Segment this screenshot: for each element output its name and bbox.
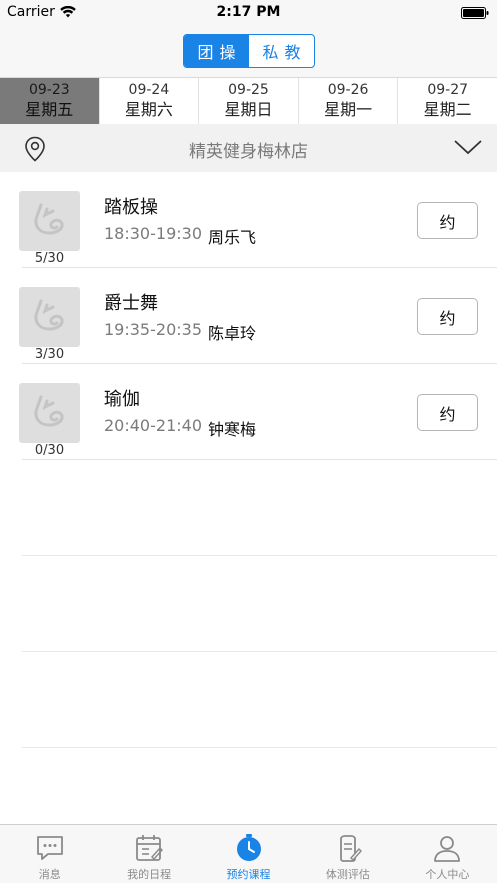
course-list: 5/30 踏板操 18:30-19:30 周乐飞 约 3/30 爵士舞 19:3… [0,172,497,748]
placeholder-logo-icon [34,299,64,331]
date-label: 09-24 [128,82,170,98]
course-row[interactable]: 5/30 踏板操 18:30-19:30 周乐飞 约 [19,172,497,268]
course-name: 踏板操 [104,197,158,218]
weekday-label: 星期五 [25,100,74,119]
course-thumbnail [19,287,80,347]
coach-name: 陈卓玲 [208,324,257,343]
segment-group-class[interactable]: 团操 [184,35,249,67]
placeholder-logo-icon [34,203,64,235]
book-button[interactable]: 约 [417,298,478,335]
course-row[interactable]: 3/30 爵士舞 19:35-20:35 陈卓玲 约 [19,268,497,364]
date-label: 09-26 [327,82,369,98]
tab-fitness-test[interactable]: 体测评估 [298,825,397,883]
fitness-test-icon [340,835,362,862]
course-capacity: 0/30 [34,443,65,458]
tab-profile[interactable]: 个人中心 [398,825,497,883]
course-name: 瑜伽 [104,389,140,410]
course-type-segmented-control: 团操 私教 [183,34,315,68]
calendar-icon [136,835,164,861]
course-name: 爵士舞 [104,293,158,314]
tab-book-course[interactable]: 预约课程 [199,825,298,883]
course-capacity: 3/30 [34,347,65,362]
placeholder-logo-icon [34,395,64,427]
status-time: 2:17 PM [216,4,281,20]
course-row[interactable]: 0/30 瑜伽 20:40-21:40 钟寒梅 约 [19,364,497,460]
battery-icon [461,7,489,19]
segment-personal-training[interactable]: 私教 [249,35,314,67]
book-button[interactable]: 约 [417,394,478,431]
tab-label: 消息 [38,868,61,881]
weekday-label: 星期日 [224,100,273,119]
weekday-label: 星期六 [124,100,173,119]
weekday-label: 星期二 [423,100,472,119]
date-label: 09-23 [28,82,70,98]
tab-label: 我的日程 [127,868,172,881]
store-selector[interactable]: 精英健身梅林店 [0,124,497,172]
date-cell[interactable]: 09-26 星期一 [299,78,399,124]
tab-messages[interactable]: 消息 [0,825,99,883]
date-label: 09-27 [427,82,469,98]
empty-list-row [22,556,497,652]
empty-list-row [22,460,497,556]
chevron-down-icon[interactable] [453,138,483,156]
tab-label: 个人中心 [425,868,470,881]
date-selector: 09-23 星期五 09-24 星期六 09-25 星期日 09-26 星期一 … [0,77,497,124]
course-thumbnail [19,383,80,443]
date-cell[interactable]: 09-27 星期二 [398,78,497,124]
date-cell[interactable]: 09-23 星期五 [0,78,100,124]
course-time: 18:30-19:30 [104,224,202,243]
message-icon [36,836,63,860]
weekday-label: 星期一 [324,100,373,119]
date-cell[interactable]: 09-25 星期日 [199,78,299,124]
empty-list-row [22,652,497,748]
course-thumbnail [19,191,80,251]
course-time: 20:40-21:40 [104,416,202,435]
course-capacity: 5/30 [34,251,65,266]
tab-label: 预约课程 [226,868,271,881]
date-label: 09-25 [228,82,269,98]
tab-bar: 消息 我的日程 预约课程 体测评估 个人中心 [0,824,497,883]
store-name: 精英健身梅林店 [189,142,308,162]
nav-bar: 团操 私教 [0,26,497,77]
person-icon [434,836,461,862]
date-cell[interactable]: 09-24 星期六 [100,78,200,124]
course-time: 19:35-20:35 [104,320,202,339]
tab-my-schedule[interactable]: 我的日程 [99,825,198,883]
tab-label: 体测评估 [325,868,370,881]
status-bar: Carrier 2:17 PM [0,0,497,26]
clock-icon [236,834,261,861]
book-button[interactable]: 约 [417,202,478,239]
coach-name: 钟寒梅 [208,420,257,439]
coach-name: 周乐飞 [208,228,257,247]
